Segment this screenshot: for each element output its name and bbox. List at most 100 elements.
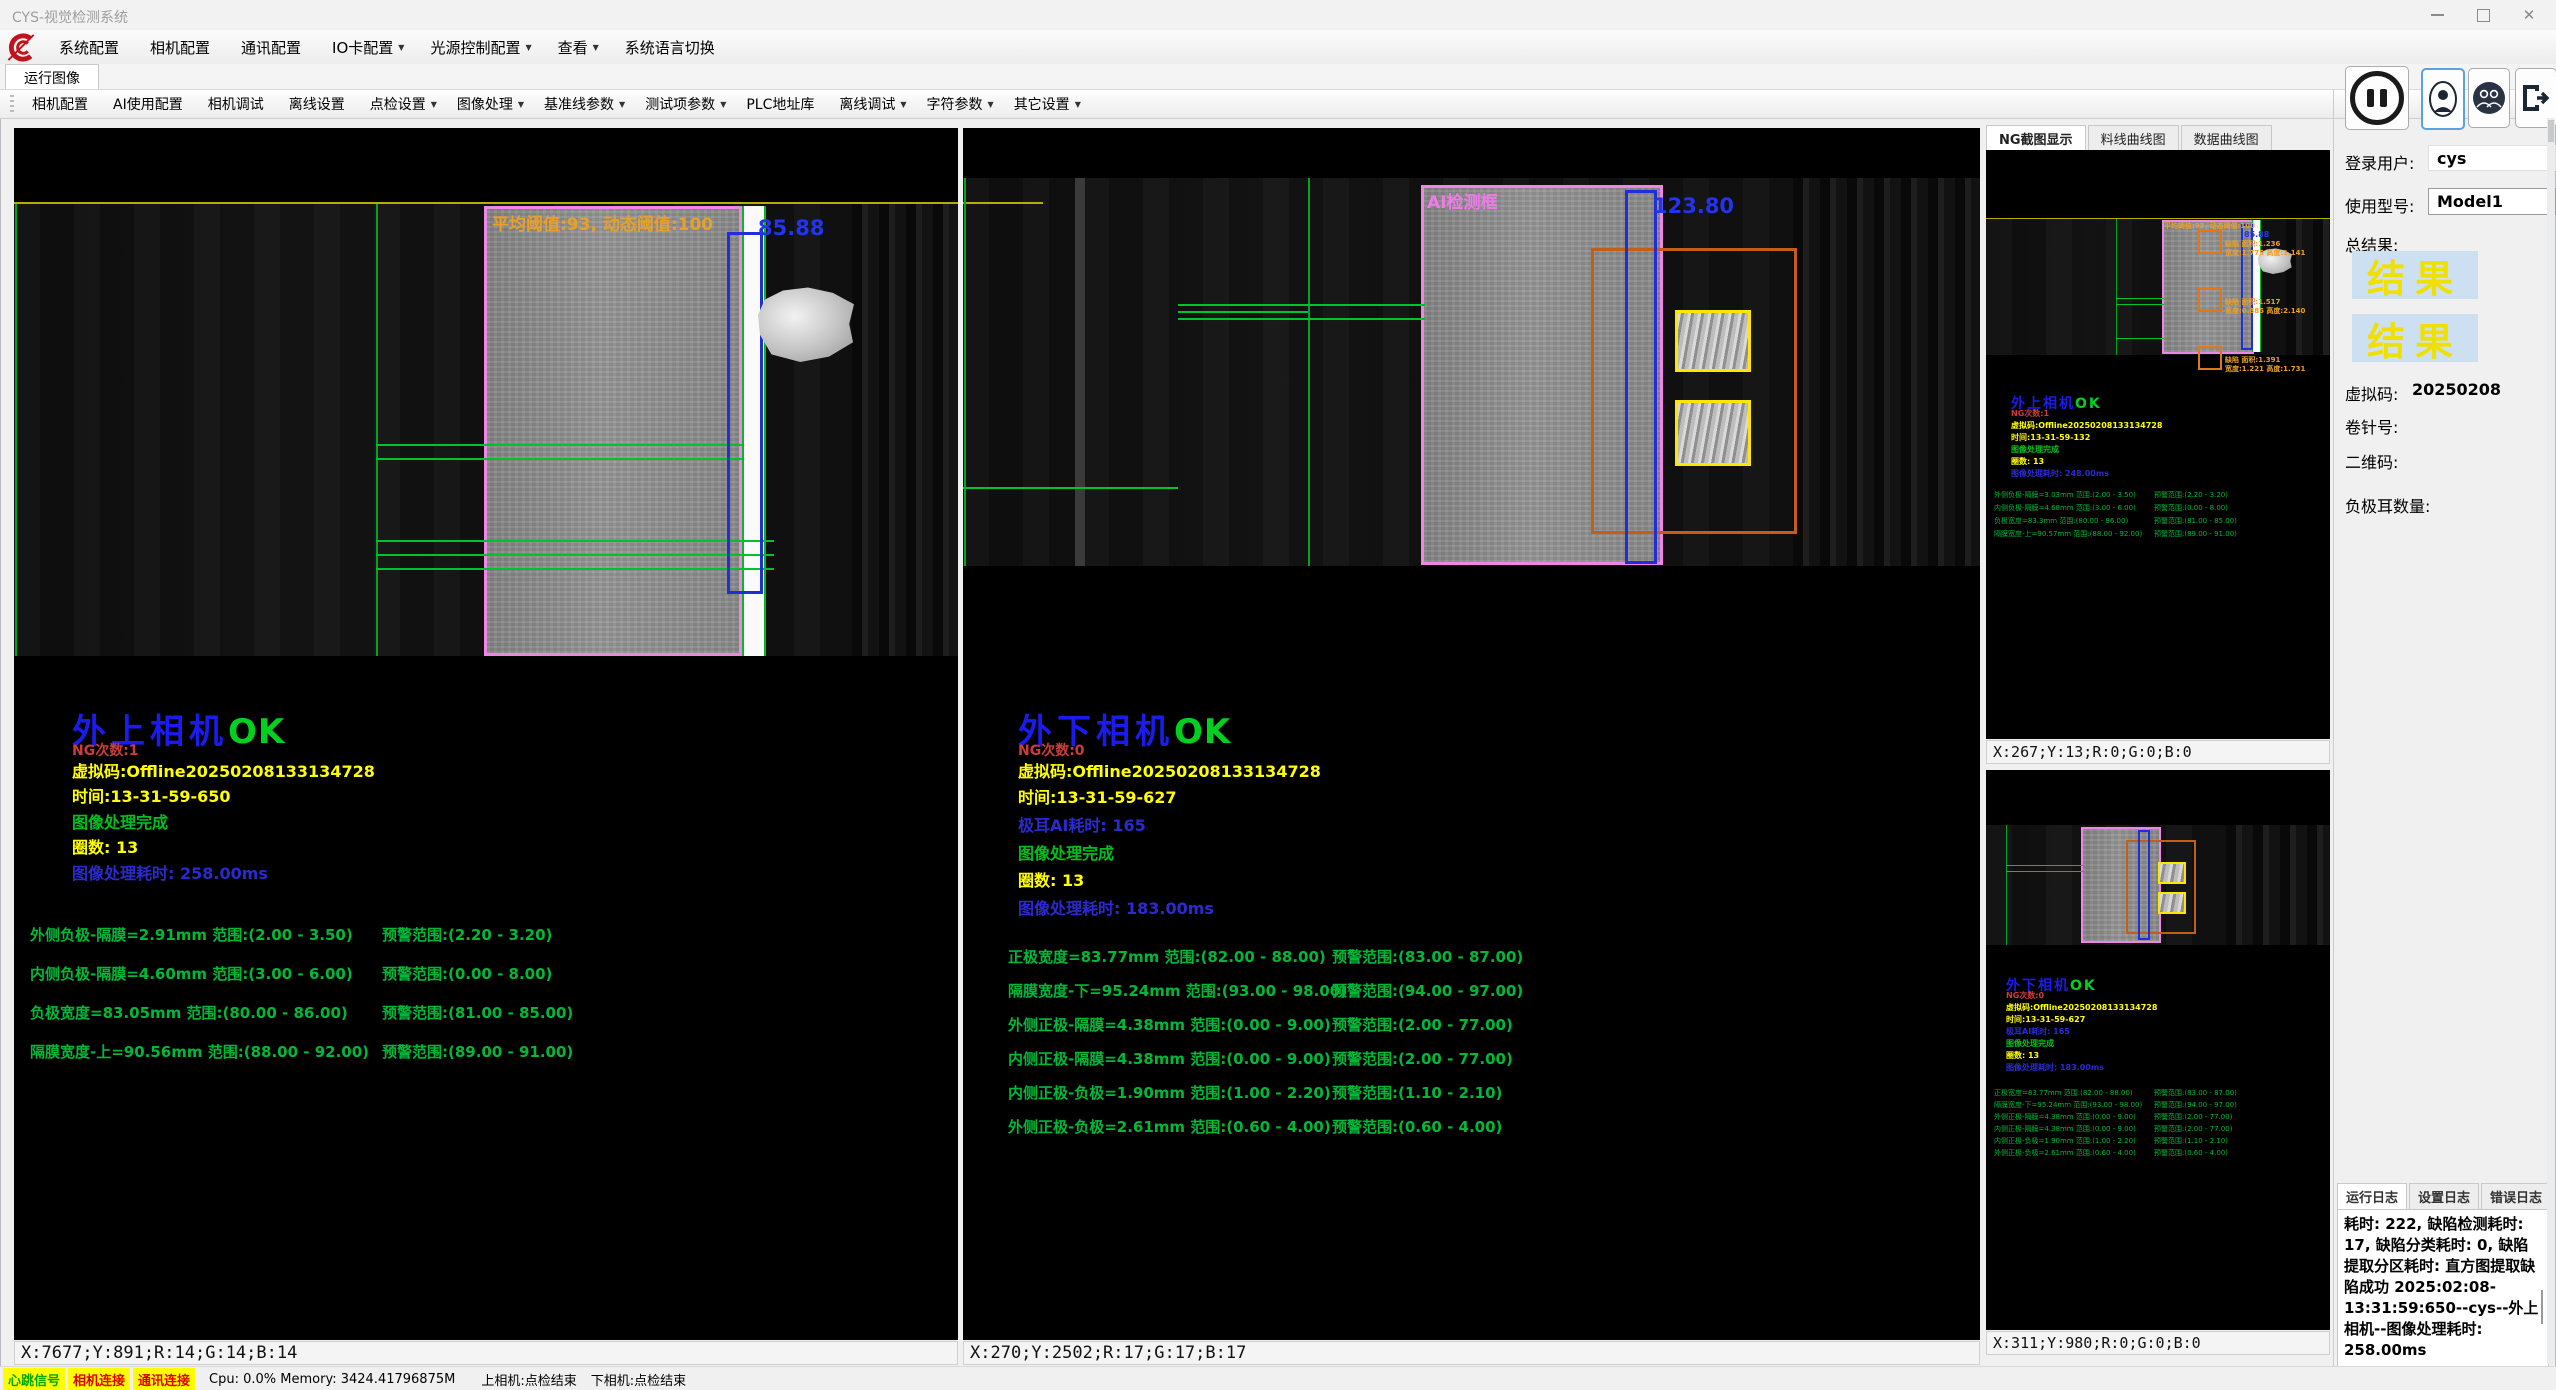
user-button[interactable] xyxy=(2421,68,2465,130)
login-user-value[interactable]: cys xyxy=(2428,145,2556,171)
mini-ng: NG次数:1 xyxy=(2011,408,2049,419)
chevron-down-icon: ▼ xyxy=(900,100,906,109)
chevron-down-icon: ▼ xyxy=(518,100,524,109)
right-scroll-thumb[interactable] xyxy=(2548,120,2554,142)
toolbar-item[interactable]: 相机配置 xyxy=(22,91,103,117)
toolbar-item[interactable]: AI使用配置 xyxy=(103,91,198,117)
log-content[interactable]: 耗时: 222, 缺陷检测耗时: 17, 缺陷分类耗时: 0, 缺陷提取分区耗时… xyxy=(2337,1209,2549,1371)
green-edge-line xyxy=(15,204,17,656)
right-scroll-strip[interactable] xyxy=(2547,118,2555,1364)
bright-column xyxy=(1075,178,1085,566)
menu-item[interactable]: IO卡配置 ▼ xyxy=(319,37,417,58)
yellow-reference-line xyxy=(963,202,1043,204)
camera-connection-status: 相机连接 xyxy=(68,1368,130,1390)
menu-item[interactable]: 系统配置 xyxy=(46,37,137,58)
ai-detect-region xyxy=(1591,248,1797,534)
ng-preview-upper[interactable]: 平均阈值:93, 动态阈值:100 85.88 缺陷 面积:1.236宽度:1.… xyxy=(1986,150,2330,739)
toolbar-item[interactable]: 相机调试 xyxy=(198,91,279,117)
ng-count: NG次数:0 xyxy=(1018,740,1085,760)
defect-item: 缺陷 面积:1.236宽度:1.775 高度:1.141 xyxy=(2198,230,2305,258)
menu-item[interactable]: 光源控制配置 ▼ xyxy=(417,37,544,58)
mini-measure-line xyxy=(2116,298,2164,299)
toolbar-item[interactable]: PLC地址库 xyxy=(736,91,829,117)
upper-camera-view[interactable]: 平均阈值:93, 动态阈值:100 85.88 外上相机OK NG次数:1 虚拟… xyxy=(14,128,958,1340)
mini-measurement-row: 内侧正极-负极=1.90mm 范围:(1.00 - 2.20) 预警范围:(1.… xyxy=(1994,1136,2142,1143)
tab-detect-box xyxy=(1675,400,1751,466)
toolbar-item[interactable]: 其它设置 ▼ xyxy=(1004,91,1091,117)
ng-preview-lower[interactable]: 外下相机OK NG次数:0 虚拟码:Offline202502081331347… xyxy=(1986,770,2330,1330)
minimize-button[interactable] xyxy=(2414,0,2460,30)
preview-tab[interactable]: 数据曲线图 xyxy=(2181,125,2272,150)
toolbar-item[interactable]: 基准线参数 ▼ xyxy=(534,91,635,117)
users-group-icon xyxy=(2472,81,2506,115)
result-badge-lower: 结果 xyxy=(2352,314,2478,362)
chevron-down-icon: ▼ xyxy=(593,43,599,52)
toolbar: 相机配置 AI使用配置 相机调试 离线设置 点检设置 ▼ 图像处理 ▼ 基准线参… xyxy=(0,89,2556,119)
preview-tab[interactable]: NG截图显示 xyxy=(1986,125,2086,150)
preview-tabs: NG截图显示料线曲线图数据曲线图 xyxy=(1986,125,2274,150)
title-bar: CYS-视觉检测系统 ✕ xyxy=(0,0,2556,30)
mini-measure-line xyxy=(2006,871,2084,872)
model-select[interactable]: Model1 xyxy=(2428,188,2556,215)
measurement-row: 隔膜宽度-上=90.56mm 范围:(88.00 - 92.00) 预警范围:(… xyxy=(30,1041,369,1056)
mini-done: 图像处理完成 xyxy=(2006,1038,2054,1049)
mini-measure-line xyxy=(2116,338,2164,339)
turn-count: 圈数: 13 xyxy=(1018,867,1084,891)
defect-item: 缺陷 面积:1.391宽度:1.221 高度:1.731 xyxy=(2198,346,2305,374)
toolbar-item[interactable]: 测试项参数 ▼ xyxy=(635,91,736,117)
model-label: 使用型号: xyxy=(2345,193,2414,217)
capture-time: 时间:13-31-59-650 xyxy=(72,783,231,807)
log-scrollbar[interactable] xyxy=(2541,1290,2543,1324)
chevron-down-icon: ▼ xyxy=(988,100,994,109)
menu-item[interactable]: 通讯配置 xyxy=(228,37,319,58)
menu-item[interactable]: 相机配置 xyxy=(137,37,228,58)
ai-box-label: AI检测框 xyxy=(1427,188,1497,213)
pause-button[interactable] xyxy=(2345,66,2409,130)
measurement-row: 外侧正极-隔膜=4.38mm 范围:(0.00 - 9.00) 预警范围:(2.… xyxy=(1008,1014,1347,1029)
toolbar-item[interactable]: 字符参数 ▼ xyxy=(917,91,1004,117)
toolbar-item[interactable]: 图像处理 ▼ xyxy=(447,91,534,117)
machine-stripes xyxy=(852,204,958,656)
restore-button[interactable] xyxy=(2460,0,2506,30)
measure-line xyxy=(1178,318,1425,320)
mini-measurement-row: 隔膜宽度-下=95.24mm 范围:(93.00 - 98.00) 预警范围:(… xyxy=(1994,1100,2142,1107)
toolbar-grip-icon[interactable] xyxy=(10,95,14,113)
mini-green-line xyxy=(2116,219,2117,355)
close-button[interactable]: ✕ xyxy=(2506,0,2552,30)
lower-camera-view[interactable]: AI检测框 123.80 外下相机OK NG次数:0 虚拟码:Offline20… xyxy=(963,128,1980,1340)
defect-box xyxy=(2198,230,2222,254)
tab-run-image[interactable]: 运行图像 xyxy=(5,64,99,90)
mini-blue-box xyxy=(2138,830,2150,940)
mini-stripes xyxy=(2226,825,2330,945)
mini-tab-box xyxy=(2158,862,2186,884)
upper-coords-bar: X:7677;Y:891;R:14;G:14;B:14 xyxy=(14,1341,958,1365)
menu-item[interactable]: 查看 ▼ xyxy=(545,37,612,58)
toolbar-item[interactable]: 离线设置 xyxy=(279,91,360,117)
log-tabs: 运行日志设置日志错误日志 xyxy=(2337,1183,2553,1209)
users-group-button[interactable] xyxy=(2468,68,2510,128)
machine-stripes xyxy=(1793,178,1980,566)
virtual-code: 虚拟码:Offline20250208133134728 xyxy=(72,758,375,782)
measure-line xyxy=(1178,304,1425,306)
menu-item[interactable]: 系统语言切换 xyxy=(612,37,733,58)
measurement-row: 内侧负极-隔膜=4.60mm 范围:(3.00 - 6.00) 预警范围:(0.… xyxy=(30,963,369,978)
process-elapsed: 图像处理耗时: 183.00ms xyxy=(1018,895,1214,919)
mini-measurement-row: 正极宽度=83.77mm 范围:(82.00 - 88.00) 预警范围:(83… xyxy=(1994,1088,2142,1095)
user-icon xyxy=(2428,80,2458,118)
defect-box xyxy=(2198,288,2222,312)
tab-detect-box xyxy=(1675,310,1751,372)
process-elapsed: 图像处理耗时: 258.00ms xyxy=(72,860,268,884)
preview-tab[interactable]: 料线曲线图 xyxy=(2088,125,2179,150)
log-tab[interactable]: 错误日志 xyxy=(2481,1183,2551,1209)
blue-measure-box xyxy=(727,232,763,594)
menu-items: 系统配置 相机配置 通讯配置 IO卡配置 ▼ 光源控制配置 ▼ 查看 ▼ 系统语… xyxy=(46,30,733,64)
measurement-row: 外侧负极-隔膜=2.91mm 范围:(2.00 - 3.50) 预警范围:(2.… xyxy=(30,924,369,939)
toolbar-item[interactable]: 离线调试 ▼ xyxy=(829,91,916,117)
ng-count: NG次数:1 xyxy=(72,740,139,760)
mini-measure-line xyxy=(2006,865,2084,866)
log-tab[interactable]: 运行日志 xyxy=(2337,1183,2407,1209)
log-tab[interactable]: 设置日志 xyxy=(2409,1183,2479,1209)
cpu-memory-status: Cpu: 0.0% Memory: 3424.41796875M xyxy=(209,1372,455,1387)
lower-coords-bar: X:270;Y:2502;R:17;G:17;B:17 xyxy=(963,1341,1980,1365)
toolbar-item[interactable]: 点检设置 ▼ xyxy=(360,91,447,117)
